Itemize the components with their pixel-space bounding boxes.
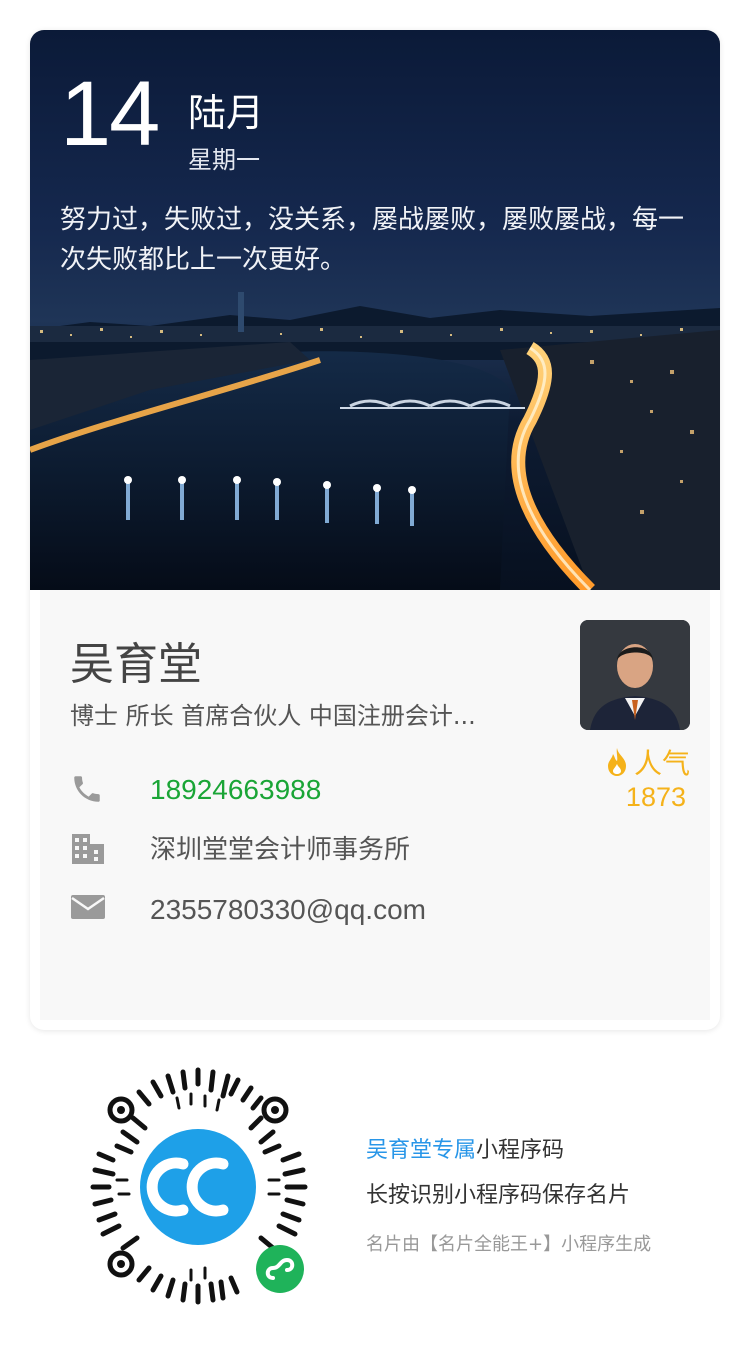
mini-program-icon (256, 1245, 304, 1293)
date-weekday: 星期一 (188, 146, 260, 174)
email-row[interactable]: 2355780330@qq.com (70, 890, 570, 930)
building-icon (70, 832, 108, 868)
contact-panel: 吴育堂 博士 所长 首席合伙人 中国注册会计... 人气 1873 189246… (40, 590, 710, 1020)
avatar[interactable] (580, 620, 690, 730)
popularity-count: 1873 (625, 782, 686, 812)
business-card: 14 陆月 星期一 努力过，失败过，没关系，屡战屡败，屡败屡战，每一次失败都比上… (30, 30, 720, 1030)
date-month: 陆月 (188, 91, 265, 135)
daily-quote: 努力过，失败过，没关系，屡战屡败，屡败屡战，每一次失败都比上一次更好。 (60, 205, 685, 275)
phone-row[interactable]: 18924663988 (70, 770, 570, 810)
mini-program-code[interactable] (73, 1062, 323, 1312)
footer-credit: 名片由【名片全能王+】小程序生成 (366, 1234, 652, 1255)
date-day: 14 (60, 63, 160, 165)
company-name: 深圳堂堂会计师事务所 (150, 835, 411, 865)
popularity-label: 人气 (633, 747, 690, 780)
phone-icon (70, 772, 108, 808)
flame-icon (604, 747, 630, 784)
popularity-label-wrap: 人气 (590, 742, 690, 784)
email-address[interactable]: 2355780330@qq.com (150, 890, 426, 930)
footer-instruction: 长按识别小程序码保存名片 (366, 1183, 631, 1208)
company-row: 深圳堂堂会计师事务所 (70, 830, 570, 870)
mail-icon (70, 892, 108, 928)
profile-title: 博士 所长 首席合伙人 中国注册会计... (70, 702, 476, 730)
footer-owner: 吴育堂专属 (366, 1138, 477, 1163)
phone-number[interactable]: 18924663988 (150, 770, 321, 810)
hero-banner: 14 陆月 星期一 努力过，失败过，没关系，屡战屡败，屡败屡战，每一次失败都比上… (30, 30, 720, 590)
footer-code-label: 小程序码 (476, 1138, 565, 1163)
qr-code-image (90, 1067, 308, 1305)
profile-name: 吴育堂 (70, 639, 202, 690)
footer-line1: 吴育堂专属小程序码 (366, 1132, 564, 1164)
avatar-photo (580, 620, 690, 730)
